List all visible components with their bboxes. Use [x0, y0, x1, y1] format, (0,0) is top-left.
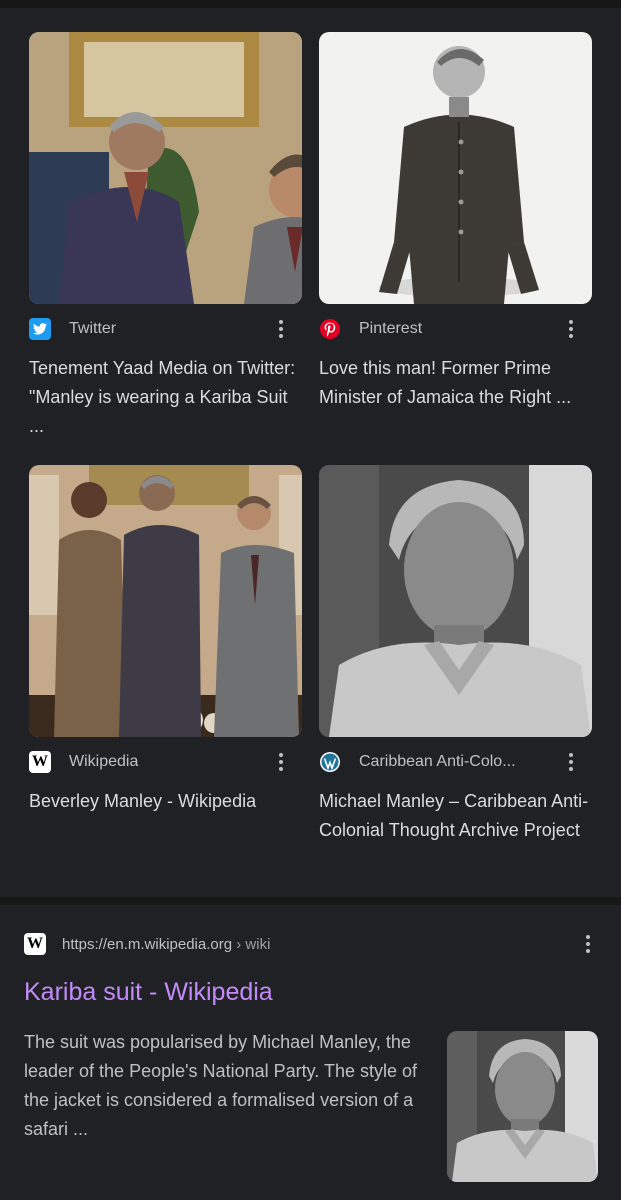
result-title-link[interactable]: Kariba suit - Wikipedia — [24, 978, 273, 1007]
result-snippet: The suit was popularised by Michael Manl… — [24, 1032, 417, 1139]
more-vert-icon — [279, 320, 283, 338]
twitter-icon — [29, 318, 51, 340]
result-url[interactable]: https://en.m.wikipedia.org › wiki — [62, 936, 577, 953]
photo-manleys-carter — [29, 465, 302, 737]
top-strip — [0, 0, 621, 8]
more-vert-icon — [569, 753, 573, 771]
web-result: W https://en.m.wikipedia.org › wiki Kari… — [0, 905, 621, 1200]
image-result-card[interactable]: W Wikipedia Beverley Manley - Wikipedia — [29, 465, 302, 816]
image-result-title[interactable]: Tenement Yaad Media on Twitter: "Manley … — [29, 354, 302, 441]
photo-manley-portrait-small — [447, 1031, 598, 1182]
wordpress-icon — [319, 751, 341, 773]
more-options-button[interactable] — [560, 751, 582, 773]
image-result-card[interactable]: Twitter Tenement Yaad Media on Twitter: … — [29, 32, 302, 441]
source-name: Caribbean Anti-Colo... — [359, 753, 516, 770]
image-result-title[interactable]: Michael Manley – Caribbean Anti-Colonial… — [319, 787, 592, 845]
wikipedia-icon: W — [24, 933, 46, 955]
source-name: Twitter — [69, 320, 117, 337]
photo-manley-carter-1 — [29, 32, 302, 304]
image-thumbnail[interactable] — [29, 465, 302, 737]
image-result-card[interactable]: Caribbean Anti-Colo... Michael Manley – … — [319, 465, 592, 845]
source-name: Wikipedia — [69, 753, 139, 770]
more-options-button[interactable] — [577, 933, 599, 955]
more-vert-icon — [279, 753, 283, 771]
result-url-row[interactable]: W https://en.m.wikipedia.org › wiki — [24, 933, 599, 955]
wikipedia-icon: W — [29, 751, 51, 773]
image-result-title[interactable]: Love this man! Former Prime Minister of … — [319, 354, 592, 412]
source-name: Pinterest — [359, 320, 423, 337]
result-url-domain: https://en.m.wikipedia.org — [62, 935, 233, 953]
photo-manley-portrait — [319, 465, 592, 737]
section-divider — [0, 897, 621, 905]
more-vert-icon — [569, 320, 573, 338]
image-result-card[interactable]: Pinterest Love this man! Former Prime Mi… — [319, 32, 592, 412]
image-thumbnail[interactable] — [319, 32, 592, 304]
photo-manley-suit-walking — [319, 32, 592, 304]
more-options-button[interactable] — [560, 318, 582, 340]
result-url-breadcrumb: › wiki — [232, 935, 271, 953]
pinterest-icon — [319, 318, 341, 340]
more-options-button[interactable] — [270, 318, 292, 340]
more-vert-icon — [586, 935, 590, 953]
more-options-button[interactable] — [270, 751, 292, 773]
result-thumbnail[interactable] — [447, 1031, 598, 1182]
image-result-title[interactable]: Beverley Manley - Wikipedia — [29, 787, 302, 816]
image-thumbnail[interactable] — [29, 32, 302, 304]
image-thumbnail[interactable] — [319, 465, 592, 737]
